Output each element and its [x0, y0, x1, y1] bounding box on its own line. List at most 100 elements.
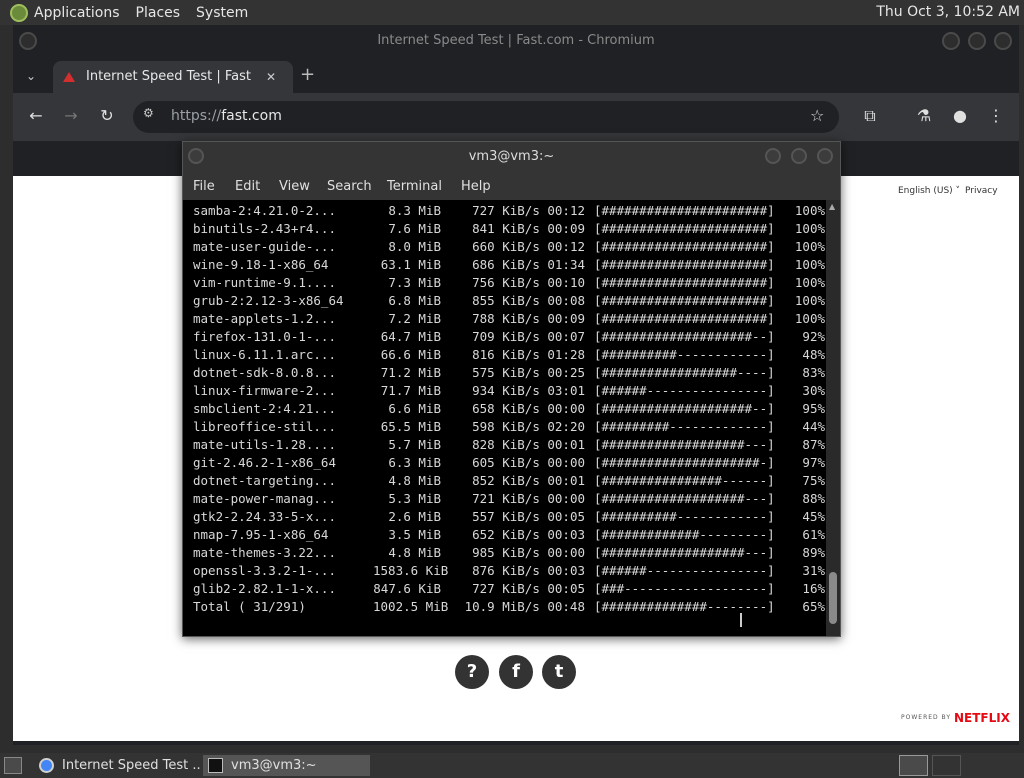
- scroll-up-arrow-icon[interactable]: ▲: [829, 202, 835, 211]
- address-bar[interactable]: ⚙ https://fast.com ☆: [133, 101, 839, 133]
- new-tab-button[interactable]: +: [300, 64, 315, 85]
- applications-menu[interactable]: Applications: [34, 5, 120, 21]
- site-info-icon[interactable]: ⚙: [143, 106, 154, 120]
- chromium-titlebar[interactable]: Internet Speed Test | Fast.com - Chromiu…: [13, 25, 1019, 59]
- menu-edit[interactable]: Edit: [235, 179, 260, 194]
- terminal-window-menu-icon[interactable]: [188, 148, 204, 164]
- download-rate: 852 KiB/s 00:01: [472, 473, 585, 488]
- back-arrow-icon[interactable]: ←: [25, 105, 47, 127]
- profile-avatar-icon[interactable]: ●: [949, 105, 971, 127]
- package-size: 6.8 MiB: [388, 293, 441, 308]
- total-rate: 10.9 MiB/s 00:48: [464, 599, 585, 614]
- download-rate: 727 KiB/s 00:05: [472, 581, 585, 596]
- system-menu[interactable]: System: [196, 5, 248, 21]
- download-rate: 841 KiB/s 00:09: [472, 221, 585, 236]
- progress-percent: 30%: [802, 383, 825, 398]
- show-desktop-icon[interactable]: [4, 757, 22, 774]
- taskbar-item-terminal[interactable]: vm3@vm3:~: [203, 755, 370, 776]
- taskbar-label: Internet Speed Test ...: [62, 758, 200, 773]
- package-size: 2.6 MiB: [388, 509, 441, 524]
- language-select[interactable]: English (US) ˅: [898, 186, 960, 196]
- reload-icon[interactable]: ↻: [96, 105, 118, 127]
- package-size: 64.7 MiB: [380, 329, 441, 344]
- terminal-output[interactable]: samba-2:4.21.0-2... 8.3 MiB 727 KiB/s 00:1…: [183, 200, 826, 636]
- package-size: 847.6 KiB: [373, 581, 441, 596]
- extensions-puzzle-icon[interactable]: ⧉: [859, 105, 881, 127]
- package-size: 7.6 MiB: [388, 221, 441, 236]
- terminal-title: vm3@vm3:~: [468, 149, 555, 164]
- download-rate: 660 KiB/s 00:12: [472, 239, 585, 254]
- netflix-logo[interactable]: NETFLIX: [954, 711, 1010, 725]
- help-question-icon[interactable]: ?: [455, 655, 489, 689]
- mate-logo-icon[interactable]: [10, 3, 28, 22]
- download-rate: 727 KiB/s 00:12: [472, 203, 585, 218]
- url-scheme: https://: [171, 108, 222, 124]
- terminal-titlebar[interactable]: vm3@vm3:~: [183, 142, 840, 172]
- package-size: 7.2 MiB: [388, 311, 441, 326]
- progress-bar: [#####################-]: [594, 455, 775, 470]
- progress-bar: [######################]: [594, 293, 775, 308]
- package-name: mate-utils-1.28....: [193, 437, 336, 452]
- download-rate: 605 KiB/s 00:00: [472, 455, 585, 470]
- privacy-link[interactable]: Privacy: [965, 186, 998, 196]
- tab-strip: ⌄ Internet Speed Test | Fast.com ✕ +: [13, 59, 1019, 93]
- scrollbar-thumb[interactable]: [829, 572, 837, 624]
- progress-percent: 31%: [802, 563, 825, 578]
- progress-percent: 100%: [794, 221, 825, 236]
- package-size: 4.8 MiB: [388, 545, 441, 560]
- download-rate: 686 KiB/s 01:34: [472, 257, 585, 272]
- window-title: Internet Speed Test | Fast.com - Chromiu…: [377, 33, 655, 48]
- total-percent: 65%: [802, 599, 825, 614]
- progress-percent: 100%: [794, 311, 825, 326]
- progress-percent: 83%: [802, 365, 825, 380]
- url-text[interactable]: https://fast.com: [171, 108, 282, 124]
- taskbar-item-chromium[interactable]: Internet Speed Test ...: [34, 755, 202, 776]
- terminal-scrollbar[interactable]: ▲: [826, 200, 840, 636]
- menu-file[interactable]: File: [193, 179, 215, 194]
- twitter-icon[interactable]: t: [542, 655, 576, 689]
- package-name: gtk2-2.24.33-5-x...: [193, 509, 336, 524]
- tab-close-icon[interactable]: ✕: [266, 61, 276, 93]
- forward-arrow-icon[interactable]: →: [60, 105, 82, 127]
- labs-flask-icon[interactable]: ⚗: [913, 105, 935, 127]
- clock[interactable]: Thu Oct 3, 10:52 AM: [876, 4, 1020, 20]
- progress-bar: [######################]: [594, 311, 775, 326]
- progress-bar: [#########-------------]: [594, 419, 775, 434]
- download-rate: 598 KiB/s 02:20: [472, 419, 585, 434]
- terminal-minimize-button[interactable]: [765, 148, 781, 164]
- package-name: mate-applets-1.2...: [193, 311, 336, 326]
- menu-kebab-icon[interactable]: ⋮: [985, 105, 1007, 127]
- progress-percent: 100%: [794, 275, 825, 290]
- progress-bar: [######################]: [594, 275, 775, 290]
- places-menu[interactable]: Places: [136, 5, 181, 21]
- progress-percent: 87%: [802, 437, 825, 452]
- progress-bar: [###################---]: [594, 491, 775, 506]
- bottom-panel: Internet Speed Test ... vm3@vm3:~: [0, 753, 1024, 778]
- download-rate: 788 KiB/s 00:09: [472, 311, 585, 326]
- progress-percent: 100%: [794, 257, 825, 272]
- download-rate: 828 KiB/s 00:01: [472, 437, 585, 452]
- progress-percent: 61%: [802, 527, 825, 542]
- facebook-icon[interactable]: f: [499, 655, 533, 689]
- close-window-button[interactable]: [994, 32, 1012, 50]
- workspace-2[interactable]: [932, 755, 961, 776]
- tab-search-chevron-icon[interactable]: ⌄: [26, 66, 42, 86]
- menu-terminal[interactable]: Terminal: [387, 179, 442, 194]
- terminal-close-button[interactable]: [817, 148, 833, 164]
- maximize-button[interactable]: [968, 32, 986, 50]
- menu-help[interactable]: Help: [461, 179, 491, 194]
- window-menu-icon[interactable]: [19, 32, 37, 50]
- tab-fast-com[interactable]: Internet Speed Test | Fast.com ✕: [53, 61, 293, 93]
- package-size: 5.3 MiB: [388, 491, 441, 506]
- bookmark-star-icon[interactable]: ☆: [810, 106, 824, 125]
- download-rate: 709 KiB/s 00:07: [472, 329, 585, 344]
- chromium-icon: [39, 758, 54, 773]
- package-name: mate-themes-3.22...: [193, 545, 336, 560]
- terminal-maximize-button[interactable]: [791, 148, 807, 164]
- progress-bar: [################------]: [594, 473, 775, 488]
- minimize-button[interactable]: [942, 32, 960, 50]
- progress-percent: 92%: [802, 329, 825, 344]
- menu-search[interactable]: Search: [327, 179, 372, 194]
- menu-view[interactable]: View: [279, 179, 310, 194]
- workspace-1[interactable]: [899, 755, 928, 776]
